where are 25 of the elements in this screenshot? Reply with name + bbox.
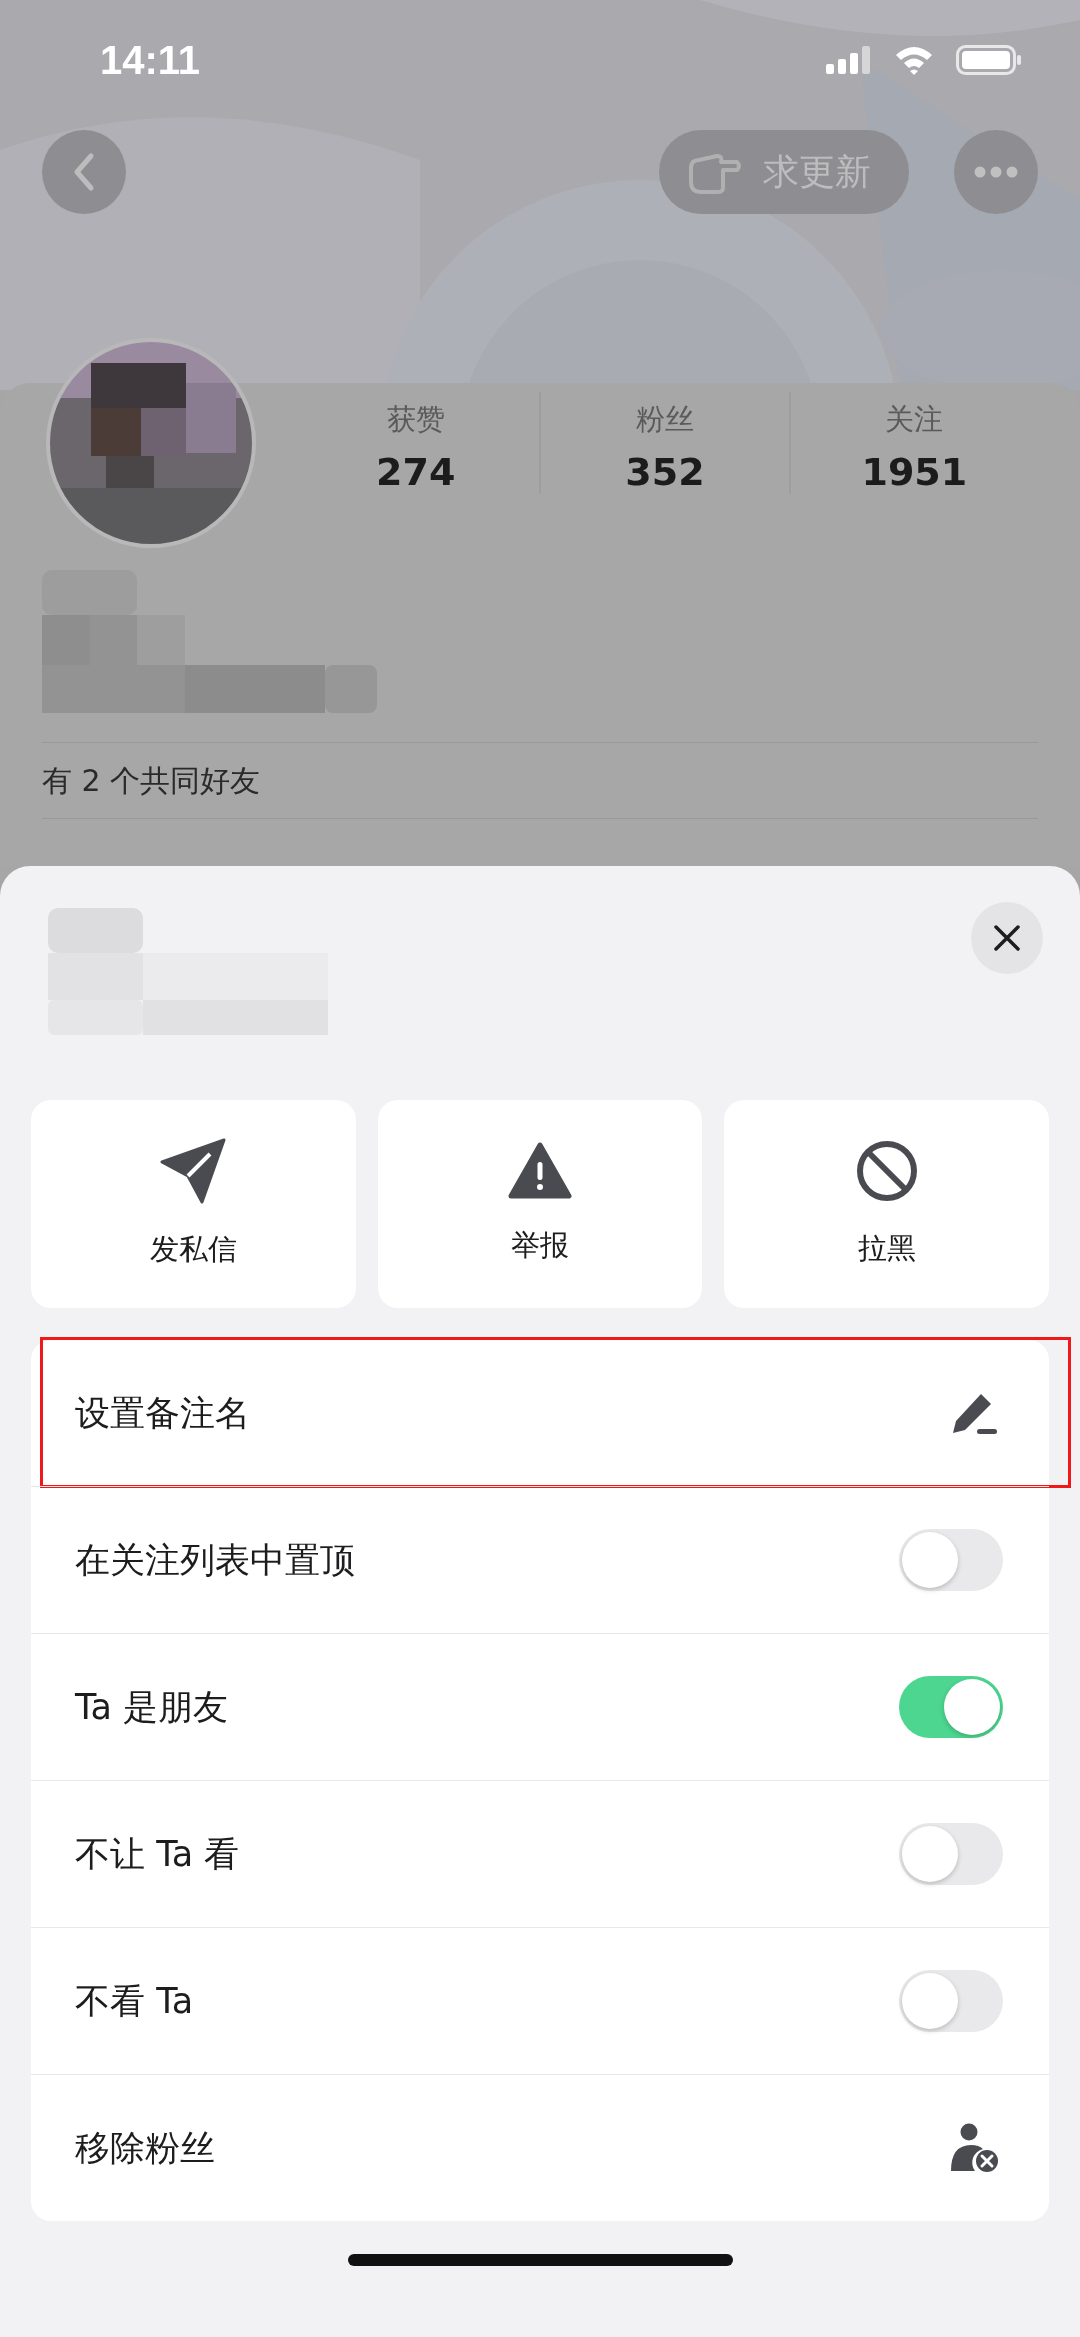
stat-value: 352 — [625, 450, 705, 494]
paper-plane-icon — [160, 1138, 227, 1204]
pencil-icon[interactable] — [951, 1391, 999, 1435]
warning-icon — [508, 1142, 572, 1200]
setting-label: 不让 Ta 看 — [75, 1832, 240, 1876]
stat-label: 粉丝 — [636, 401, 694, 438]
toggle-switch[interactable] — [899, 1970, 1003, 2032]
stat-value: 1951 — [861, 450, 968, 494]
setting-label: 在关注列表中置顶 — [75, 1538, 355, 1582]
send-action-button[interactable]: 发私信 — [31, 1100, 356, 1308]
toggle-switch[interactable] — [899, 1823, 1003, 1885]
setting-label: 设置备注名 — [75, 1391, 250, 1435]
setting-label: 移除粉丝 — [75, 2126, 215, 2170]
stat-label: 关注 — [885, 401, 944, 438]
toggle-switch[interactable] — [899, 1676, 1003, 1738]
setting-label: 不看 Ta — [75, 1979, 194, 2023]
block-icon — [854, 1139, 919, 1203]
warning-action-button[interactable]: 举报 — [377, 1100, 703, 1308]
close-icon — [993, 924, 1021, 952]
mutual-friends-text[interactable]: 有 2 个共同好友 — [42, 743, 1038, 818]
setting-label: Ta 是朋友 — [75, 1685, 229, 1729]
toggle-switch[interactable] — [899, 1529, 1003, 1591]
block-action-button[interactable]: 拉黑 — [724, 1100, 1049, 1308]
stat-value: 274 — [376, 450, 456, 494]
stat-label: 获赞 — [386, 401, 445, 438]
